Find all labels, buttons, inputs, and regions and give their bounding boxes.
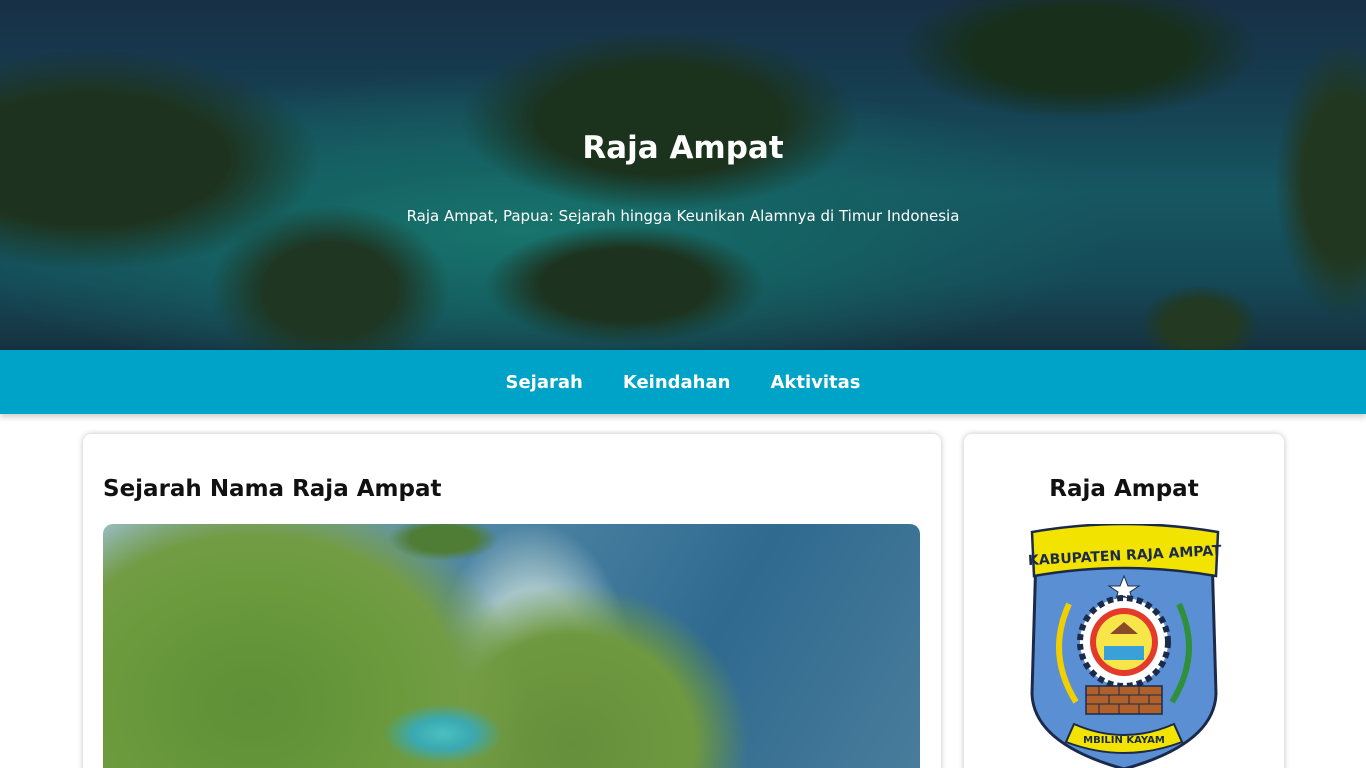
main-nav: Sejarah Keindahan Aktivitas [0, 350, 1366, 414]
hero-subtitle: Raja Ampat, Papua: Sejarah hingga Keunik… [406, 207, 960, 225]
nav-item-aktivitas[interactable]: Aktivitas [770, 372, 860, 393]
regency-emblem: KABUPATEN RAJA AMPAT MBILIN KAYAM [1024, 522, 1224, 768]
nav-item-sejarah[interactable]: Sejarah [505, 372, 582, 393]
emblem-bottom-text: MBILIN KAYAM [1083, 735, 1165, 746]
article-title: Sejarah Nama Raja Ampat [103, 476, 442, 502]
article-card: Sejarah Nama Raja Ampat [83, 434, 941, 768]
hero-banner: Raja Ampat Raja Ampat, Papua: Sejarah hi… [0, 0, 1366, 350]
hero-overlay [0, 0, 1366, 350]
hero-title: Raja Ampat [582, 130, 784, 166]
nav-item-keindahan[interactable]: Keindahan [623, 372, 731, 393]
sidebar-card: Raja Ampat KABUPATEN RAJA AMPAT MBILIN K… [964, 434, 1284, 768]
sidebar-title: Raja Ampat [1049, 476, 1199, 502]
article-image [103, 524, 920, 768]
main-content: Sejarah Nama Raja Ampat Raja Ampat KABUP… [0, 414, 1366, 768]
